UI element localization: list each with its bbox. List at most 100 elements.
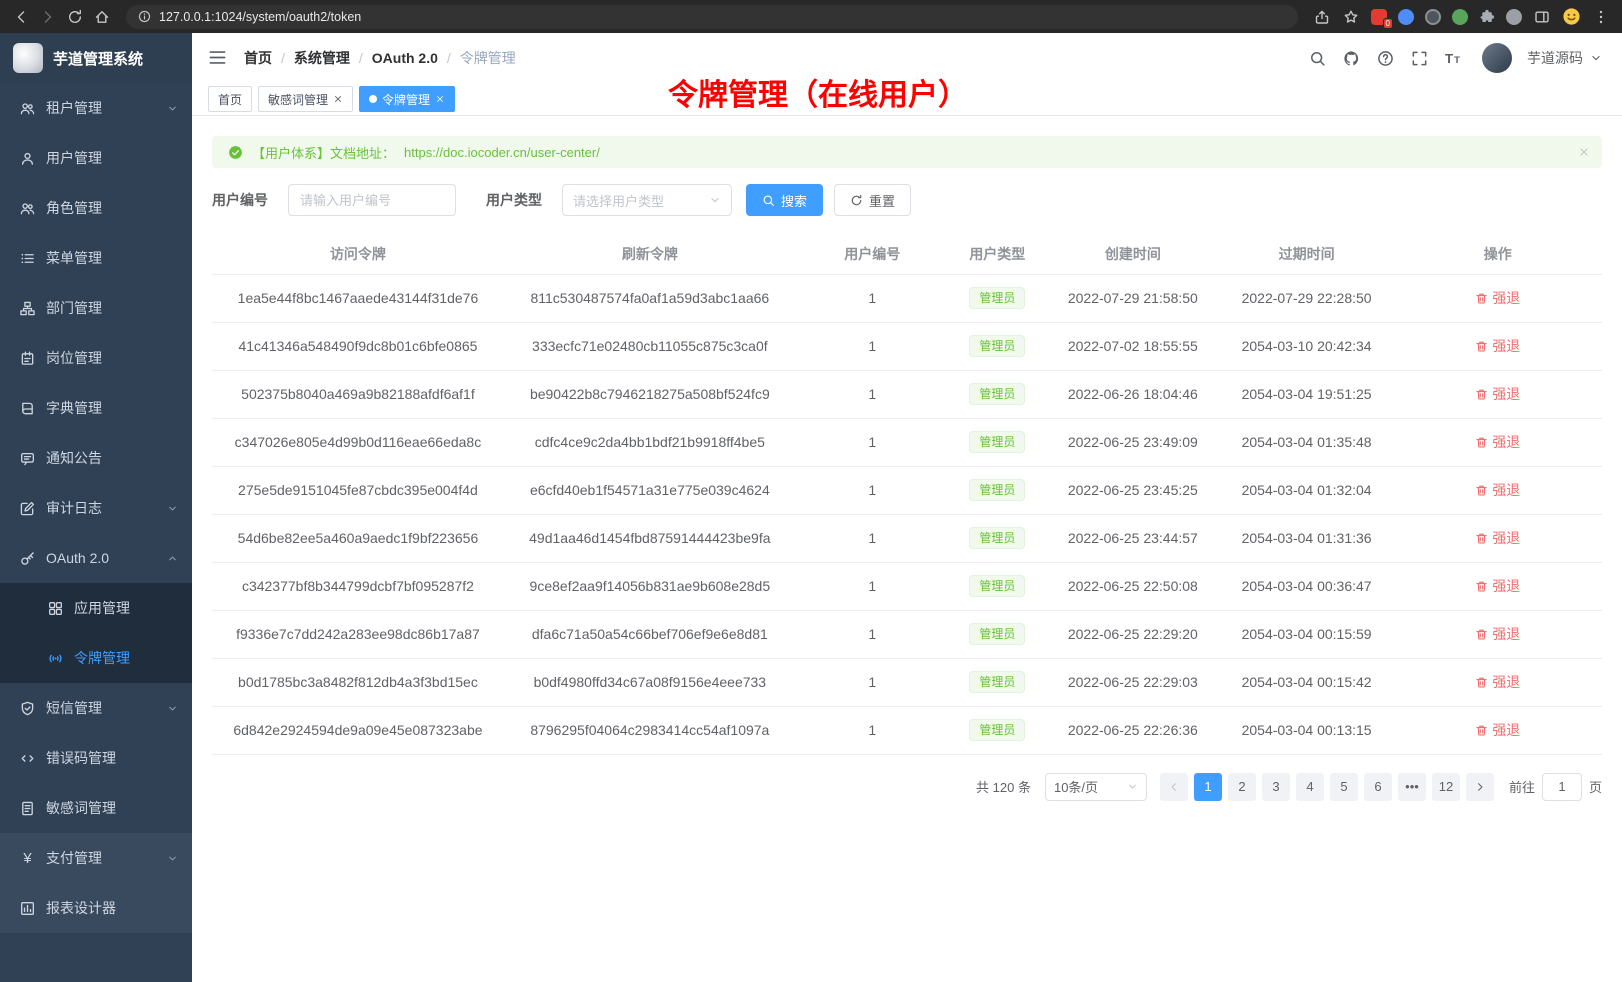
force-logout-button[interactable]: 强退 (1475, 480, 1520, 500)
next-page-button[interactable] (1466, 773, 1494, 801)
extensions-puzzle-icon[interactable] (1479, 9, 1495, 25)
page-button-4[interactable]: 4 (1296, 773, 1324, 801)
reload-icon[interactable] (66, 8, 84, 26)
sidebar-item-label: 通知公告 (46, 448, 178, 468)
user-avatar[interactable] (1482, 43, 1512, 73)
sidebar-item-user[interactable]: 用户管理 (0, 133, 192, 183)
table-row: f9336e7c7dd242a283ee98dc86b17a87 dfa6c71… (212, 610, 1602, 658)
sidebar-item-oauth2-app[interactable]: 应用管理 (0, 583, 192, 633)
search-icon[interactable] (1308, 49, 1327, 68)
alert-link[interactable]: https://doc.iocoder.cn/user-center/ (404, 145, 600, 160)
sidebar-item-report-designer[interactable]: 报表设计器 (0, 883, 192, 933)
share-icon[interactable] (1313, 8, 1331, 26)
sidebar-item-oauth2-token[interactable]: 令牌管理 (0, 633, 192, 683)
profile-avatar-icon[interactable] (1562, 7, 1581, 26)
home-icon[interactable] (93, 8, 111, 26)
book-icon (20, 401, 35, 416)
tab-home[interactable]: 首页 (208, 86, 252, 112)
sidebar-item-post[interactable]: 岗位管理 (0, 333, 192, 383)
sidebar-item-sensitive-word[interactable]: 敏感词管理 (0, 783, 192, 833)
breadcrumb-separator: / (281, 50, 285, 66)
search-button[interactable]: 搜索 (746, 184, 823, 216)
alert-close-icon[interactable] (1578, 146, 1590, 158)
caret-down-icon[interactable] (1590, 52, 1602, 64)
sidebar-item-oauth2[interactable]: OAuth 2.0 (0, 533, 192, 583)
created-time-cell: 2022-06-25 22:29:20 (1046, 610, 1220, 658)
more-pages-button[interactable]: ••• (1398, 773, 1426, 801)
page-button-2[interactable]: 2 (1228, 773, 1256, 801)
extension-icon[interactable] (1398, 9, 1414, 25)
sidebar-item-pay[interactable]: ¥支付管理 (0, 833, 192, 883)
message-icon (20, 451, 35, 466)
site-info-icon[interactable] (138, 10, 151, 23)
force-logout-button[interactable]: 强退 (1475, 384, 1520, 404)
user-icon (20, 151, 35, 166)
force-logout-button[interactable]: 强退 (1475, 720, 1520, 740)
breadcrumb-item[interactable]: 首页 (244, 48, 272, 68)
tab-close-icon[interactable] (333, 94, 343, 104)
page-button-6[interactable]: 6 (1364, 773, 1392, 801)
goto-label: 前往 (1509, 777, 1535, 796)
sidebar-item-notice[interactable]: 通知公告 (0, 433, 192, 483)
force-logout-button[interactable]: 强退 (1475, 624, 1520, 644)
font-size-icon[interactable]: TT (1444, 49, 1463, 68)
select-caret-icon (709, 194, 721, 206)
force-logout-button[interactable]: 强退 (1475, 576, 1520, 596)
user-type-select[interactable]: 请选择用户类型 (562, 184, 732, 216)
tab-close-icon[interactable] (435, 94, 445, 104)
browser-menu-icon[interactable] (1592, 8, 1610, 26)
help-icon[interactable] (1376, 49, 1395, 68)
user-id-input[interactable] (288, 184, 456, 216)
breadcrumb-item[interactable]: 系统管理 (294, 48, 350, 68)
tab-token[interactable]: 令牌管理 (359, 86, 455, 112)
page-button-3[interactable]: 3 (1262, 773, 1290, 801)
sidebar-item-label: 报表设计器 (46, 898, 178, 918)
sidebar-item-dict[interactable]: 字典管理 (0, 383, 192, 433)
app-title: 芋道管理系统 (53, 48, 143, 69)
page-button-1[interactable]: 1 (1194, 773, 1222, 801)
extension-icon[interactable] (1425, 9, 1441, 25)
prev-page-button[interactable] (1160, 773, 1188, 801)
address-bar[interactable]: 127.0.0.1:1024/system/oauth2/token (126, 5, 1298, 29)
sidebar-item-audit-log[interactable]: 审计日志 (0, 483, 192, 533)
fullscreen-icon[interactable] (1410, 49, 1429, 68)
force-logout-button[interactable]: 强退 (1475, 432, 1520, 452)
github-icon[interactable] (1342, 49, 1361, 68)
extension-icon[interactable] (1506, 9, 1522, 25)
back-icon[interactable] (12, 8, 30, 26)
sidebar-item-dept[interactable]: 部门管理 (0, 283, 192, 333)
user-type-badge: 管理员 (969, 623, 1025, 645)
forward-icon[interactable] (39, 8, 57, 26)
access-token-cell: 275e5de9151045fe87cbdc395e004f4d (212, 466, 504, 514)
page-button-5[interactable]: 5 (1330, 773, 1358, 801)
goto-page-input[interactable] (1542, 773, 1582, 801)
sidebar-item-menu[interactable]: 菜单管理 (0, 233, 192, 283)
menu-fold-icon[interactable] (208, 48, 228, 68)
force-logout-button[interactable]: 强退 (1475, 336, 1520, 356)
refresh-token-cell: cdfc4ce9c2da4bb1bdf21b9918ff4be5 (504, 418, 796, 466)
sidebar-item-tenant[interactable]: 租户管理 (0, 83, 192, 133)
user-type-badge: 管理员 (969, 287, 1025, 309)
sidebar-item-role[interactable]: 角色管理 (0, 183, 192, 233)
sidebar-item-sms[interactable]: 短信管理 (0, 683, 192, 733)
sidebar-item-error-code[interactable]: 错误码管理 (0, 733, 192, 783)
page-button-12[interactable]: 12 (1432, 773, 1460, 801)
user-type-badge: 管理员 (969, 671, 1025, 693)
user-id-cell: 1 (796, 658, 949, 706)
force-logout-button[interactable]: 强退 (1475, 288, 1520, 308)
breadcrumb-item[interactable]: OAuth 2.0 (372, 50, 438, 66)
bookmark-star-icon[interactable] (1342, 8, 1360, 26)
reset-button[interactable]: 重置 (834, 184, 911, 216)
tab-sensitive-word[interactable]: 敏感词管理 (258, 86, 353, 112)
expire-time-cell: 2022-07-29 22:28:50 (1220, 274, 1394, 322)
username[interactable]: 芋道源码 (1527, 48, 1583, 68)
svg-text:T: T (1454, 54, 1460, 65)
page-size-select[interactable]: 10条/页 (1045, 773, 1147, 801)
extension-icon[interactable] (1452, 9, 1468, 25)
access-token-cell: 6d842e2924594de9a09e45e087323abe (212, 706, 504, 754)
force-logout-button[interactable]: 强退 (1475, 672, 1520, 692)
side-panel-icon[interactable] (1533, 8, 1551, 26)
force-logout-button[interactable]: 强退 (1475, 528, 1520, 548)
extension-icon[interactable]: 0 (1371, 9, 1387, 25)
app-logo[interactable]: 芋道管理系统 (0, 33, 192, 83)
